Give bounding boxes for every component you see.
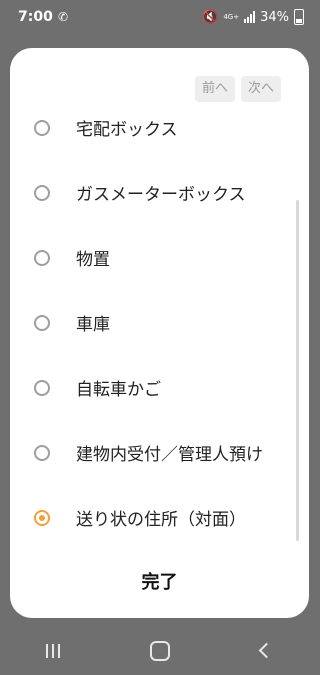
radio-button-selected[interactable] — [34, 509, 50, 526]
option-label: 送り状の住所（対面） — [76, 510, 246, 530]
option-bicycle-basket[interactable]: 自転車かご — [10, 355, 309, 420]
status-bar: 7:00 ✆ 🔇 4G+ 34% — [0, 0, 320, 36]
option-label: ガスメーターボックス — [76, 185, 246, 205]
radio-button[interactable] — [34, 379, 50, 396]
back-button[interactable] — [237, 642, 297, 659]
battery-icon — [294, 9, 304, 25]
scrollbar[interactable] — [296, 200, 299, 541]
signal-icon — [244, 11, 256, 23]
selection-sheet: 前へ 次へ 宅配ボックス ガスメーターボックス 物置 車庫 自転車かご 建物内受… — [10, 48, 309, 618]
done-button[interactable]: 完了 — [10, 568, 309, 594]
call-muted-icon: ✆ — [58, 10, 69, 24]
radio-button[interactable] — [34, 444, 50, 461]
battery-percent: 34% — [260, 9, 289, 25]
radio-button[interactable] — [34, 314, 50, 331]
recent-apps-icon — [23, 643, 83, 658]
back-icon — [258, 642, 275, 659]
recent-apps-button[interactable] — [23, 643, 83, 658]
option-garage[interactable]: 車庫 — [10, 290, 309, 355]
network-type: 4G+ — [223, 12, 240, 21]
status-icons: 🔇 4G+ 34% — [202, 9, 304, 25]
radio-button[interactable] — [34, 249, 50, 266]
option-label: 物置 — [76, 250, 110, 270]
option-label: 宅配ボックス — [76, 120, 178, 140]
mute-icon: 🔇 — [202, 9, 219, 25]
home-button[interactable] — [130, 640, 190, 661]
system-nav-bar — [0, 626, 320, 675]
option-label: 自転車かご — [76, 380, 161, 400]
option-list: 宅配ボックス ガスメーターボックス 物置 車庫 自転車かご 建物内受付／管理人預… — [10, 95, 309, 550]
home-icon — [149, 640, 170, 661]
radio-button[interactable] — [34, 119, 50, 136]
radio-button[interactable] — [34, 184, 50, 201]
option-gas-meter-box[interactable]: ガスメーターボックス — [10, 160, 309, 225]
option-label: 建物内受付／管理人預け — [76, 445, 263, 465]
option-storage-shed[interactable]: 物置 — [10, 225, 309, 290]
option-delivery-box[interactable]: 宅配ボックス — [10, 95, 309, 160]
status-time: 7:00 — [18, 9, 53, 25]
option-face-to-face[interactable]: 送り状の住所（対面） — [10, 485, 309, 550]
option-label: 車庫 — [76, 315, 110, 335]
option-building-reception[interactable]: 建物内受付／管理人預け — [10, 420, 309, 485]
